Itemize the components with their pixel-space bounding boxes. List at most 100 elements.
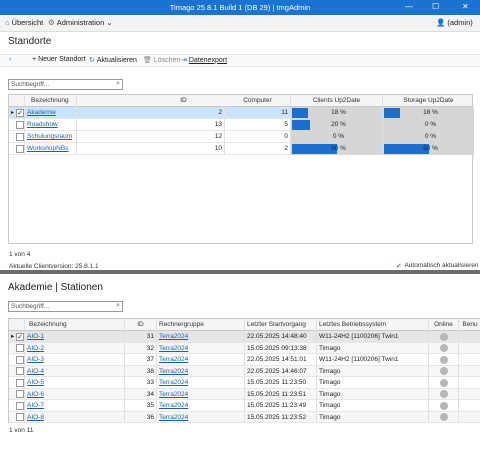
header-spacer: [9, 319, 25, 331]
row-checkbox[interactable]: [16, 121, 24, 129]
location-computer-count: 11: [225, 107, 291, 119]
row-checkbox[interactable]: [16, 401, 24, 410]
col-online[interactable]: Online: [429, 319, 459, 331]
station-user: [459, 400, 480, 411]
table-row[interactable]: WorkshopNBs 10 2 50 % 50 %: [9, 143, 474, 155]
station-name[interactable]: AIO-4: [25, 365, 125, 377]
station-last-os: Timago: [317, 377, 429, 388]
col-computer[interactable]: Computer: [225, 95, 291, 107]
table-row[interactable]: AIO-8 36 Terra2024 15.05.2025 11:23:52 Timag…: [9, 411, 480, 423]
table-row[interactable]: Schulungsraum 12 0 0 % 0 %: [9, 131, 474, 143]
station-last-start: 15.05.2025 11:23:52: [245, 411, 317, 423]
col-bezeichnung[interactable]: Bezeichnung: [25, 95, 77, 107]
refresh-button[interactable]: ↻ Aktualisieren: [89, 56, 137, 65]
col-bezeichnung[interactable]: Bezeichnung: [25, 319, 125, 331]
back-icon[interactable]: ‹: [9, 56, 11, 63]
stations-search-input[interactable]: Suchbegriff... ⌕: [8, 301, 123, 312]
table-row[interactable]: Roadshow 13 5 20 % 0 %: [9, 119, 474, 131]
row-checkbox[interactable]: [16, 367, 24, 375]
station-name[interactable]: AIO-8: [25, 411, 125, 423]
location-name[interactable]: WorkshopNBs: [25, 143, 77, 155]
col-last-start[interactable]: Letzter Startvorgang: [245, 319, 317, 331]
station-user: [459, 343, 480, 354]
search-icon[interactable]: ⌕: [116, 302, 120, 310]
station-last-os: Timago: [317, 388, 429, 400]
table-row[interactable]: AIO-2 32 Terra2024 15.05.2025 09:13:38 Timag…: [9, 342, 480, 354]
station-name[interactable]: AIO-1: [25, 331, 125, 342]
col-clients[interactable]: Clients Up2Date: [291, 95, 383, 107]
station-name[interactable]: AIO-2: [25, 342, 125, 354]
table-row[interactable]: AIO-5 33 Terra2024 15.05.2025 11:23:50 Timag…: [9, 377, 480, 389]
storage-progress: 50 %: [383, 143, 474, 155]
station-name[interactable]: AIO-7: [25, 400, 125, 411]
menu-overview[interactable]: ⌂ Übersicht: [5, 18, 43, 27]
table-row[interactable]: ▸ ✓ Akademie 2 11 18 % 18 %: [9, 107, 474, 119]
row-checkbox[interactable]: [16, 133, 24, 141]
menu-administration[interactable]: ⚙ Administration ⌄: [48, 18, 113, 27]
delete-label: Löschen: [153, 56, 181, 64]
col-id[interactable]: ID: [125, 319, 157, 331]
location-name[interactable]: Akademie: [25, 107, 77, 119]
col-group[interactable]: Rechnergruppe: [157, 319, 245, 331]
row-checkbox[interactable]: ✓: [16, 332, 24, 341]
panel-splitter[interactable]: [0, 270, 480, 274]
col-storage[interactable]: Storage Up2Date: [383, 95, 474, 107]
station-group[interactable]: Terra2024: [157, 388, 245, 400]
table-row[interactable]: AIO-6 34 Terra2024 15.05.2025 11:23:51 Timag…: [9, 388, 480, 400]
location-computer-count: 2: [225, 143, 291, 155]
station-group[interactable]: Terra2024: [157, 400, 245, 411]
station-group[interactable]: Terra2024: [157, 365, 245, 377]
online-status-icon: [440, 390, 448, 398]
search-icon[interactable]: ⌕: [116, 80, 120, 88]
station-online: [429, 388, 459, 400]
menu-bar: ⌂ Übersicht ⚙ Administration ⌄ 👤 (admin): [0, 15, 480, 32]
station-name[interactable]: AIO-3: [25, 354, 125, 365]
row-checkbox[interactable]: ✓: [16, 109, 24, 117]
table-row[interactable]: AIO-3 37 Terra2024 22.05.2025 14:51:01 W11-2…: [9, 354, 480, 366]
station-user: [459, 354, 480, 365]
station-group[interactable]: Terra2024: [157, 342, 245, 354]
location-name[interactable]: Schulungsraum: [25, 131, 77, 143]
station-group[interactable]: Terra2024: [157, 411, 245, 423]
station-group[interactable]: Terra2024: [157, 377, 245, 388]
row-checkbox[interactable]: [16, 145, 24, 153]
row-checkbox[interactable]: [16, 355, 24, 364]
checkmark-icon: ✔: [396, 263, 402, 270]
user-menu[interactable]: 👤 (admin): [436, 18, 473, 27]
storage-progress-label: 18 %: [423, 109, 438, 116]
station-group[interactable]: Terra2024: [157, 354, 245, 365]
menu-overview-label: Übersicht: [11, 18, 44, 27]
location-id: 12: [77, 131, 225, 143]
export-button[interactable]: ⇥ Datenexport: [181, 56, 227, 65]
station-user: [459, 412, 480, 423]
station-name[interactable]: AIO-5: [25, 377, 125, 388]
delete-button[interactable]: 🗑 Löschen: [143, 56, 181, 65]
close-icon[interactable]: ✕: [462, 2, 469, 12]
row-checkbox[interactable]: [16, 378, 24, 387]
col-benutzer[interactable]: Benu: [459, 319, 480, 331]
row-checkbox[interactable]: [16, 390, 24, 398]
location-id: 2: [77, 107, 225, 119]
new-location-button[interactable]: + Neuer Standort: [32, 56, 86, 63]
table-row[interactable]: AIO-4 38 Terra2024 22.05.2025 14:46:07 Timag…: [9, 365, 480, 377]
station-last-os: Timago: [317, 411, 429, 423]
locations-search-input[interactable]: Suchbegriff... ⌕: [8, 79, 123, 90]
table-row[interactable]: ▸ ✓ AIO-1 31 Terra2024 22.05.2025 14:48:40 W11…: [9, 331, 480, 343]
row-checkbox[interactable]: [16, 413, 24, 421]
minimize-icon[interactable]: —: [405, 2, 413, 12]
station-name[interactable]: AIO-6: [25, 388, 125, 400]
station-group[interactable]: Terra2024: [157, 331, 245, 342]
location-name[interactable]: Roadshow: [25, 119, 77, 131]
col-last-os[interactable]: Letztes Betriebssystem: [317, 319, 429, 331]
row-checkbox[interactable]: [16, 344, 24, 352]
auto-refresh-toggle[interactable]: ✔ Automatisch aktualisieren: [396, 262, 479, 270]
user-icon: 👤: [436, 18, 446, 27]
location-computer-count: 0: [225, 131, 291, 143]
chevron-down-icon: ⌄: [106, 18, 113, 27]
search-placeholder: Suchbegriff...: [11, 303, 50, 310]
storage-progress: 18 %: [383, 107, 474, 119]
station-online: [429, 365, 459, 377]
table-row[interactable]: AIO-7 35 Terra2024 15.05.2025 11:23:49 Timag…: [9, 400, 480, 412]
maximize-icon[interactable]: ☐: [432, 2, 439, 12]
plus-icon: +: [32, 56, 37, 63]
